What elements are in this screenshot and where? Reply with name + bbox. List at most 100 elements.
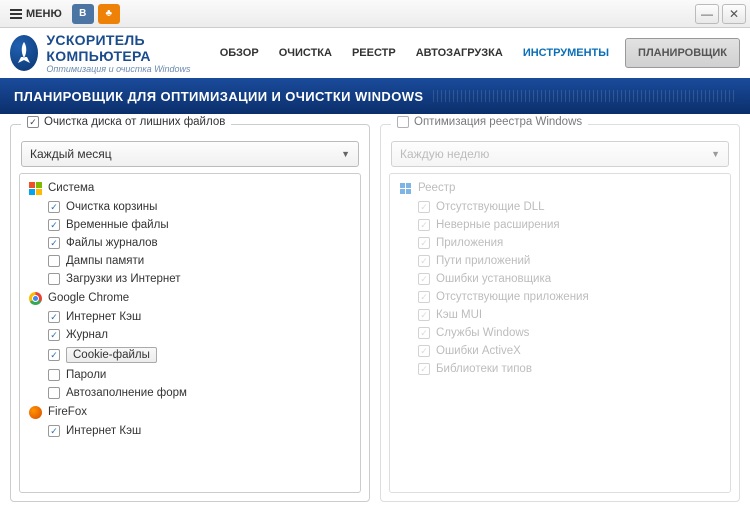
disk-clean-header: ✓ Очистка диска от лишних файлов <box>21 116 231 128</box>
item-label: Приложения <box>436 237 503 249</box>
disk-tree-wrap: Система✓Очистка корзины✓Временные файлы✓… <box>19 173 361 493</box>
content-area: ✓ Очистка диска от лишних файлов Каждый … <box>0 114 750 512</box>
item-checkbox[interactable]: ✓ <box>418 255 430 267</box>
item-checkbox[interactable]: ✓ <box>418 327 430 339</box>
item-checkbox[interactable]: ✓ <box>48 255 60 267</box>
item-checkbox[interactable]: ✓ <box>48 349 60 361</box>
item-checkbox[interactable]: ✓ <box>418 345 430 357</box>
nav-registry[interactable]: РЕЕСТР <box>342 39 406 67</box>
item-checkbox[interactable]: ✓ <box>418 273 430 285</box>
registry-opt-panel: Оптимизация реестра Windows Каждую недел… <box>380 124 740 502</box>
tree-item[interactable]: ✓Журнал <box>26 326 358 344</box>
item-label: Пути приложений <box>436 255 530 267</box>
item-label: Отсутствующие DLL <box>436 201 545 213</box>
chrome-icon <box>29 292 42 305</box>
tree-item[interactable]: ✓ Cookie-файлы <box>26 344 358 366</box>
tree-group[interactable]: Система <box>26 178 358 198</box>
item-label: Ошибки установщика <box>436 273 551 285</box>
tree-item[interactable]: ✓ Библиотеки типов <box>396 360 728 378</box>
tree-item[interactable]: ✓Кэш MUI <box>396 306 728 324</box>
item-label: Cookie-файлы <box>66 347 157 363</box>
main-nav: ОБЗОР ОЧИСТКА РЕЕСТР АВТОЗАГРУЗКА ИНСТРУ… <box>210 38 740 68</box>
nav-autoload[interactable]: АВТОЗАГРУЗКА <box>406 39 513 67</box>
rocket-icon <box>14 41 34 65</box>
disk-tree[interactable]: Система✓Очистка корзины✓Временные файлы✓… <box>20 174 360 492</box>
tree-item[interactable]: ✓ Отсутствующие DLL <box>396 198 728 216</box>
firefox-icon <box>29 406 42 419</box>
item-checkbox[interactable]: ✓ <box>418 219 430 231</box>
disk-clean-title: Очистка диска от лишних файлов <box>44 116 225 128</box>
tree-group[interactable]: FireFox <box>26 402 358 422</box>
brand-title: УСКОРИТЕЛЬ КОМПЬЮТЕРА <box>46 32 209 64</box>
item-label: Загрузки из Интернет <box>66 273 181 285</box>
item-label: Файлы журналов <box>66 237 158 249</box>
item-checkbox[interactable]: ✓ <box>48 329 60 341</box>
nav-tools[interactable]: ИНСТРУМЕНТЫ <box>513 39 619 67</box>
tree-item[interactable]: ✓ Интернет Кэш <box>26 308 358 326</box>
nav-planner[interactable]: ПЛАНИРОВЩИК <box>625 38 740 68</box>
tree-item[interactable]: ✓ Временные файлы <box>26 216 358 234</box>
minimize-button[interactable]: — <box>695 4 719 24</box>
disk-schedule-value: Каждый месяц <box>30 147 112 161</box>
registry-opt-checkbox[interactable] <box>397 116 409 128</box>
item-label: Автозаполнение форм <box>66 387 187 399</box>
tree-item[interactable]: ✓ Пароли <box>26 366 358 384</box>
brand-block: УСКОРИТЕЛЬ КОМПЬЮТЕРА Оптимизация и очис… <box>46 32 209 74</box>
app-header: УСКОРИТЕЛЬ КОМПЬЮТЕРА Оптимизация и очис… <box>0 28 750 78</box>
registry-schedule-value: Каждую неделю <box>400 147 489 161</box>
ok-button[interactable]: ♣ <box>98 4 120 24</box>
tree-item[interactable]: ✓Дампы памяти <box>26 252 358 270</box>
tree-item[interactable]: ✓ Загрузки из Интернет <box>26 270 358 288</box>
tree-group[interactable]: Google Chrome <box>26 288 358 308</box>
item-checkbox[interactable]: ✓ <box>418 237 430 249</box>
nav-cleaning[interactable]: ОЧИСТКА <box>269 39 342 67</box>
nav-overview[interactable]: ОБЗОР <box>210 39 269 67</box>
vk-button[interactable]: B <box>72 4 94 24</box>
close-button[interactable]: ✕ <box>722 4 746 24</box>
item-label: Пароли <box>66 369 106 381</box>
tree-item[interactable]: ✓Ошибки ActiveX <box>396 342 728 360</box>
item-label: Временные файлы <box>66 219 169 231</box>
tree-item[interactable]: ✓Очистка корзины <box>26 198 358 216</box>
disk-clean-checkbox[interactable]: ✓ <box>27 116 39 128</box>
disk-schedule-dropdown[interactable]: Каждый месяц ▼ <box>21 141 359 167</box>
chevron-down-icon: ▼ <box>711 149 720 159</box>
item-checkbox[interactable]: ✓ <box>48 219 60 231</box>
item-label: Интернет Кэш <box>66 311 141 323</box>
menu-button[interactable]: МЕНЮ <box>4 6 68 22</box>
tree-item[interactable]: ✓Отсутствующие приложения <box>396 288 728 306</box>
item-checkbox[interactable]: ✓ <box>48 311 60 323</box>
group-label: Система <box>48 182 94 194</box>
item-checkbox[interactable]: ✓ <box>418 363 430 375</box>
item-label: Неверные расширения <box>436 219 560 231</box>
tree-item[interactable]: ✓ Файлы журналов <box>26 234 358 252</box>
app-logo <box>10 35 38 71</box>
chevron-down-icon: ▼ <box>341 149 350 159</box>
tree-item[interactable]: ✓ Пути приложений <box>396 252 728 270</box>
item-checkbox[interactable]: ✓ <box>48 387 60 399</box>
tree-item[interactable]: ✓Интернет Кэш <box>26 422 358 440</box>
tree-item[interactable]: ✓Службы Windows <box>396 324 728 342</box>
tree-group[interactable]: Реестр <box>396 178 728 198</box>
tree-item[interactable]: ✓ Приложения <box>396 234 728 252</box>
group-label: FireFox <box>48 406 87 418</box>
item-checkbox[interactable]: ✓ <box>418 291 430 303</box>
item-checkbox[interactable]: ✓ <box>418 309 430 321</box>
registry-tree[interactable]: Реестр ✓ Отсутствующие DLL ✓ Неверные расшир… <box>390 174 730 492</box>
item-checkbox[interactable]: ✓ <box>48 425 60 437</box>
item-checkbox[interactable]: ✓ <box>48 237 60 249</box>
banner-decoration <box>433 90 736 102</box>
registry-opt-header: Оптимизация реестра Windows <box>391 116 588 128</box>
item-checkbox[interactable]: ✓ <box>48 273 60 285</box>
item-checkbox[interactable]: ✓ <box>418 201 430 213</box>
windows-icon <box>29 182 42 195</box>
tree-item[interactable]: ✓ Ошибки установщика <box>396 270 728 288</box>
registry-opt-title: Оптимизация реестра Windows <box>414 116 582 128</box>
page-banner: ПЛАНИРОВЩИК ДЛЯ ОПТИМИЗАЦИИ И ОЧИСТКИ WI… <box>0 78 750 114</box>
item-checkbox[interactable]: ✓ <box>48 201 60 213</box>
tree-item[interactable]: ✓ Неверные расширения <box>396 216 728 234</box>
item-label: Библиотеки типов <box>436 363 532 375</box>
registry-schedule-dropdown[interactable]: Каждую неделю ▼ <box>391 141 729 167</box>
tree-item[interactable]: ✓ Автозаполнение форм <box>26 384 358 402</box>
item-checkbox[interactable]: ✓ <box>48 369 60 381</box>
